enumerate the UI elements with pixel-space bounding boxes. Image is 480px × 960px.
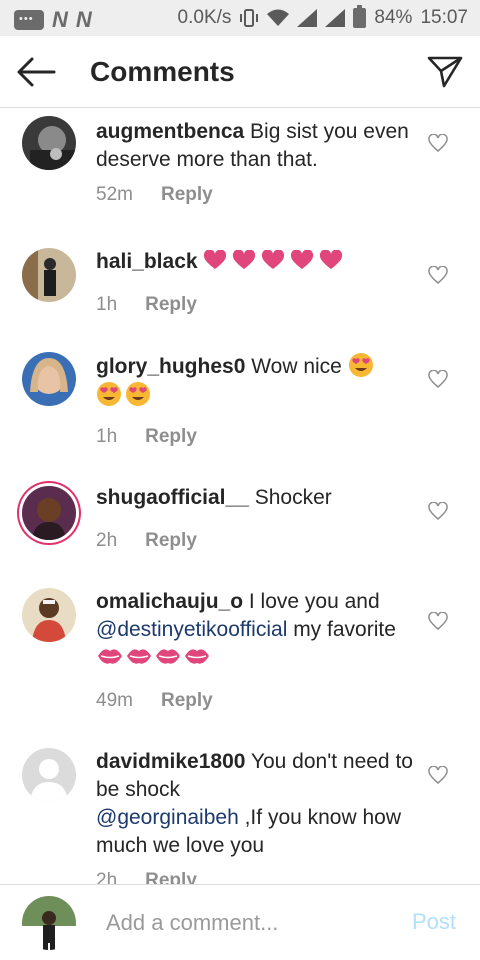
n-icon: N xyxy=(75,7,92,32)
comment-username[interactable]: omalichauju_o xyxy=(96,590,243,613)
status-bar: N N 0.0K/s 84% 15:07 xyxy=(0,0,480,36)
share-button[interactable] xyxy=(426,54,464,90)
comment-text: davidmike1800 You don't need to be shock… xyxy=(96,748,416,860)
avatar[interactable] xyxy=(22,748,76,802)
avatar[interactable] xyxy=(22,248,76,302)
signal-icon xyxy=(297,9,318,27)
avatar-photo-4-story-ring xyxy=(22,486,76,540)
header: Comments xyxy=(0,36,480,108)
kiss-mark-emoji-icon xyxy=(127,649,151,664)
current-user-avatar xyxy=(22,896,76,950)
comment-body: Wow nice xyxy=(251,355,342,378)
like-heart-icon[interactable] xyxy=(428,370,448,388)
comment-body-after: my favorite xyxy=(287,618,396,641)
heart-eyes-emoji-icon xyxy=(348,353,373,377)
heart-emoji-icon xyxy=(320,250,343,269)
avatar-photo-3 xyxy=(22,352,76,406)
like-heart-icon[interactable] xyxy=(428,134,448,152)
like-heart-icon[interactable] xyxy=(428,766,448,784)
avatar xyxy=(22,896,76,950)
comment-time: 1h xyxy=(96,294,118,315)
comment-username[interactable]: shugaofficial__ xyxy=(96,486,249,509)
comment-mention[interactable]: @destinyetikoofficial xyxy=(96,618,287,641)
back-button[interactable] xyxy=(14,54,58,90)
message-icon xyxy=(14,10,44,30)
status-right-icons: 0.0K/s 84% 15:07 xyxy=(177,5,468,29)
avatar-photo-5 xyxy=(22,588,76,642)
reply-button[interactable]: Reply xyxy=(161,690,213,712)
comment-username[interactable]: davidmike1800 xyxy=(96,750,245,773)
comment-composer: Post xyxy=(0,884,480,960)
comment-meta: 49m Reply xyxy=(96,690,213,712)
heart-emoji-icon xyxy=(204,250,227,269)
reply-button[interactable]: Reply xyxy=(161,184,213,206)
avatar[interactable] xyxy=(22,486,76,540)
paper-plane-icon xyxy=(427,56,463,88)
comment-time: 1h xyxy=(96,426,118,447)
comment-meta: 1h Reply xyxy=(96,294,197,316)
avatar[interactable] xyxy=(22,588,76,642)
comment-body: I love you and xyxy=(248,590,380,613)
reply-button[interactable]: Reply xyxy=(145,294,197,316)
heart-eyes-emoji-icon xyxy=(97,382,121,406)
comment-username[interactable]: hali_black xyxy=(96,250,198,273)
avatar-photo-1 xyxy=(22,116,76,170)
clock: 15:07 xyxy=(420,7,468,28)
like-heart-icon[interactable] xyxy=(428,612,448,630)
vibrate-icon xyxy=(240,9,259,27)
arrow-left-icon xyxy=(17,57,56,87)
comments-list[interactable]: augmentbenca Big sist you even deserve m… xyxy=(0,108,480,884)
avatar-photo-2 xyxy=(22,248,76,302)
kiss-mark-emoji-icon xyxy=(185,649,209,664)
heart-emoji-icon xyxy=(262,250,285,269)
status-left-icons: N N xyxy=(14,7,92,33)
comment-text: hali_black xyxy=(96,248,416,276)
reply-button[interactable]: Reply xyxy=(145,426,197,448)
comment-time: 52m xyxy=(96,184,133,205)
comment-text: augmentbenca Big sist you even deserve m… xyxy=(96,118,416,174)
comment-meta: 2h Reply xyxy=(96,530,197,552)
kiss-mark-emoji-icon xyxy=(156,649,180,664)
comment-time: 2h xyxy=(96,530,118,551)
battery-percent: 84% xyxy=(374,7,413,28)
comment-time: 2h xyxy=(96,870,118,884)
wifi-icon xyxy=(267,9,290,26)
reply-button[interactable]: Reply xyxy=(145,530,197,552)
like-heart-icon[interactable] xyxy=(428,502,448,520)
comment-mention[interactable]: @georginaibeh xyxy=(96,806,239,829)
comment-text: shugaofficial__ Shocker xyxy=(96,484,416,512)
emoji-hearts xyxy=(203,250,348,273)
signal-icon xyxy=(325,9,346,27)
comment-meta: 52m Reply xyxy=(96,184,213,206)
heart-emoji-icon xyxy=(291,250,314,269)
comment-meta: 2h Reply xyxy=(96,870,197,884)
comment-input[interactable] xyxy=(106,907,386,939)
comment-text: omalichauju_o I love you and @destinyeti… xyxy=(96,588,416,672)
comment-text: glory_hughes0 Wow nice xyxy=(96,352,416,410)
page-title: Comments xyxy=(90,56,235,87)
default-avatar xyxy=(22,748,76,802)
reply-button[interactable]: Reply xyxy=(145,870,197,884)
battery-icon xyxy=(353,5,367,28)
network-speed: 0.0K/s xyxy=(177,7,232,28)
heart-eyes-emoji-icon xyxy=(126,382,150,406)
comment-username[interactable]: glory_hughes0 xyxy=(96,355,245,378)
n-icon: N xyxy=(52,7,68,32)
comment-meta: 1h Reply xyxy=(96,426,197,448)
avatar[interactable] xyxy=(22,116,76,170)
comment-time: 49m xyxy=(96,690,133,711)
post-button[interactable]: Post xyxy=(412,909,456,935)
kiss-mark-emoji-icon xyxy=(98,649,122,664)
like-heart-icon[interactable] xyxy=(428,266,448,284)
heart-emoji-icon xyxy=(233,250,256,269)
comment-username[interactable]: augmentbenca xyxy=(96,120,244,143)
comment-body: Shocker xyxy=(254,486,332,509)
avatar[interactable] xyxy=(22,352,76,406)
